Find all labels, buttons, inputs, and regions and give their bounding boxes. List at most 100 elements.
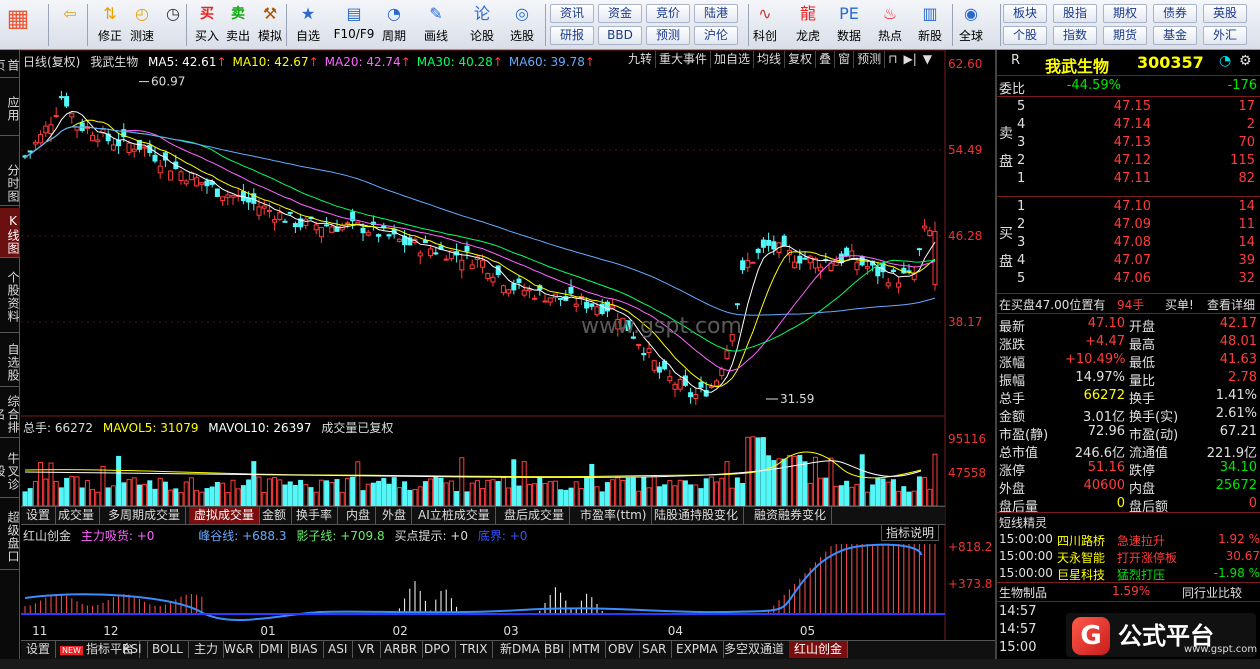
indicator-tab[interactable]: ASI [323,641,354,658]
forum-button[interactable]: 论论股 [466,3,498,47]
dragon-button[interactable]: 龍龙虎 [792,3,824,47]
indicator-tab[interactable]: MTM [567,641,607,658]
sidebar-item[interactable]: 自选股 [0,335,20,387]
volume-tab[interactable]: 设置 [21,507,57,524]
indicator-tab[interactable]: ARBR [379,641,424,658]
volume-tab[interactable]: 市盈率(ttm) [575,507,653,524]
indicator-tab[interactable]: VR [353,641,381,658]
volume-tab[interactable]: 陆股通持股变化 [649,507,745,524]
quick-button[interactable]: 板块 [1003,4,1047,23]
indicator-tab[interactable]: BIAS [285,641,324,658]
indicator-tab[interactable]: 设置 [21,641,57,658]
chart-tool-button[interactable]: 窗 [835,51,855,68]
period-button[interactable]: ◔ 周期 [378,3,410,47]
big-order-note[interactable]: 在买盘47.00位置有 94手 买单! 查看详细 [997,295,1260,313]
newstock-button[interactable]: ▥ 新股 [914,3,946,47]
quick-button[interactable]: BBD [598,26,642,45]
quick-button[interactable]: 沪伦 [694,26,738,45]
sim-button[interactable]: ⚒ 模拟 [254,3,286,47]
quick-button[interactable]: 债券 [1153,4,1197,23]
chart-tool-button[interactable]: 加自选 [711,51,755,68]
volume-tab[interactable]: 换手率 [291,507,339,524]
lock-icon[interactable]: ⊓ [885,52,900,66]
pin-icon[interactable]: ▶| [901,52,920,66]
buy-button[interactable]: 买买入 [191,3,223,47]
sidebar-item[interactable]: 应用 [0,78,20,136]
indicator-tab[interactable]: BOLL [147,641,189,658]
quick-button[interactable]: 资金 [598,4,642,23]
indicator-tab[interactable]: OBV [603,641,640,658]
indicator-tab[interactable]: DPO [419,641,456,658]
quick-button[interactable]: 期货 [1103,26,1147,45]
quick-button[interactable]: 外汇 [1203,26,1247,45]
price-tick: 62.60 [948,57,983,71]
quick-button[interactable]: 竞价 [646,4,690,23]
sell-button[interactable]: 卖卖出 [222,3,254,47]
dropdown-icon[interactable]: ▼ [920,52,935,66]
volume-bar [729,487,735,507]
test-button[interactable]: ◴ 测速 [126,3,158,47]
elf-row[interactable]: 15:00:00 天永智能 打开涨停板 30.67 [997,548,1260,566]
volume-tab[interactable]: 盘后成交量 [499,507,571,524]
indicator-tab[interactable]: W&R [219,641,260,658]
quick-button[interactable]: 研报 [550,26,594,45]
revise-button[interactable]: ⇅ 修正 [94,3,126,47]
sidebar-item[interactable]: 综合排名 [0,388,20,438]
sidebar-item[interactable]: 首页 [0,50,20,78]
indicator-tab[interactable]: 红山创金 [789,641,849,658]
pe-icon: PE [839,4,859,23]
quick-button[interactable]: 个股 [1003,26,1047,45]
volume-tab[interactable]: AI立桩成交量 [413,507,496,524]
data-button[interactable]: PE 数据 [833,3,865,47]
date-tick: 11 [32,624,48,638]
sidebar-item[interactable]: K线图 [0,208,20,258]
indicator-tab[interactable]: TRIX [455,641,494,658]
kline-chart-area[interactable]: 60.97 31.59 www.gspt.com 日线(复权) 我武生物 MA5: … [21,50,992,640]
volume-tab[interactable]: 内盘 [341,507,377,524]
sidebar-item[interactable]: 牛叉诊股 [0,442,20,498]
chart-tool-button[interactable]: 叠 [816,51,836,68]
indicator-tab[interactable]: EXPMA [671,641,724,658]
chart-tool-button[interactable]: 复权 [785,51,817,68]
chart-tool-button[interactable]: 重大事件 [656,51,712,68]
volume-tab[interactable]: 虚拟成交量 [189,507,261,524]
hot-button[interactable]: ♨ 热点 [874,3,906,47]
select-button[interactable]: ◎ 选股 [506,3,538,47]
global-button[interactable]: ◉ 全球 [955,3,987,47]
sidebar-item[interactable]: 个股资料 [0,258,20,333]
quick-button[interactable]: 预测 [646,26,690,45]
indicator-tab[interactable]: RSI [117,641,148,658]
f10-button[interactable]: ▤ F10/F9 [332,3,376,47]
indicator-tab[interactable]: SAR [637,641,673,658]
elf-row[interactable]: 15:00:00 巨星科技 猛烈打压 -1.98 % [997,565,1260,583]
chart-tool-button[interactable]: 九转 [625,51,657,68]
back-button[interactable]: ⇦ [54,3,86,47]
quick-button[interactable]: 资讯 [550,4,594,23]
quick-button[interactable]: 股指 [1053,4,1097,23]
fav-button[interactable]: ★ 自选 [292,3,324,47]
kline-chart[interactable]: 60.97 31.59 www.gspt.com [21,50,995,640]
layout-button[interactable]: ▦ [2,3,34,47]
chart-tool-button[interactable]: 预测 [854,51,886,68]
quick-button[interactable]: 陆港 [694,4,738,23]
indicator-tab[interactable]: 多空双通道 [719,641,791,658]
quick-button[interactable]: 指数 [1053,26,1097,45]
volume-tab[interactable]: 外盘 [377,507,413,524]
quick-button[interactable]: 期权 [1103,4,1147,23]
draw-button[interactable]: ✎ 画线 [420,3,452,47]
elf-row[interactable]: 15:00:00 四川路桥 急速拉升 1.92 % [997,531,1260,549]
sidebar-item[interactable]: 分时图 [0,158,20,206]
volume-tab[interactable]: 融资融券变化 [749,507,833,524]
industry-compare-button[interactable]: 同行业比较 [1182,584,1242,601]
stopwatch-button[interactable]: ◷ [157,3,189,47]
indicator-help-button[interactable]: 指标说明 [881,524,940,541]
quick-button[interactable]: 基金 [1153,26,1197,45]
chart-tool-button[interactable]: 均线 [754,51,786,68]
volume-tab[interactable]: 多周期成交量 [103,507,187,524]
quick-button[interactable]: 英股 [1203,4,1247,23]
volume-tab[interactable]: 成交量 [53,507,101,524]
volume-tab[interactable]: 金额 [257,507,293,524]
indicator-tab[interactable]: BBI [539,641,571,658]
sidebar-item[interactable]: 超级盘口 [0,500,20,570]
kechuang-button[interactable]: ∿ 科创 [749,3,781,47]
